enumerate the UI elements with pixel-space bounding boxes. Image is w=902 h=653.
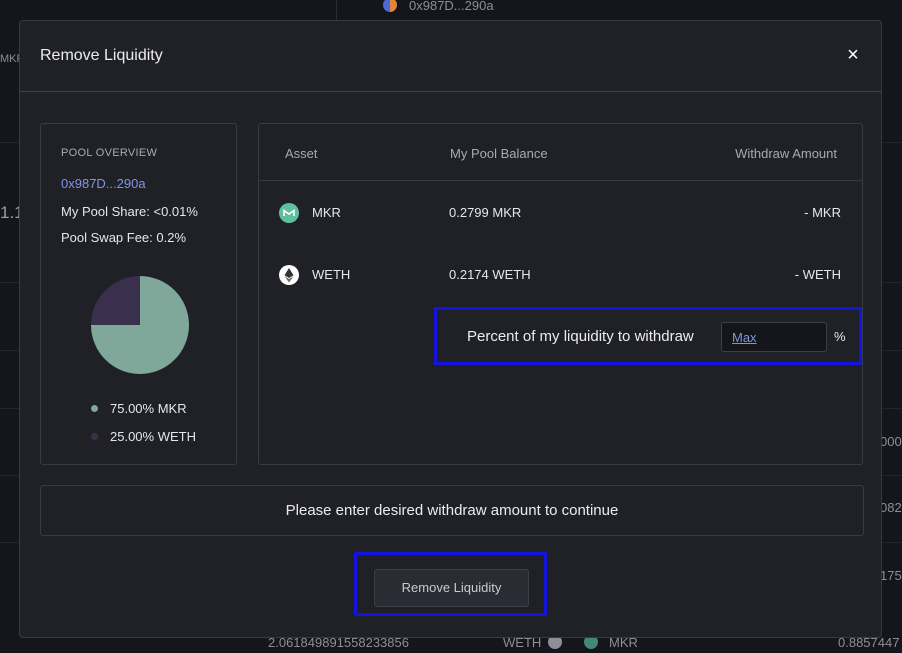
pool-composition-pie: [90, 275, 190, 375]
row-mkr-asset: MKR: [312, 205, 341, 220]
withdraw-table-panel: Asset My Pool Balance Withdraw Amount MK…: [258, 123, 863, 465]
pie-slice: [91, 276, 140, 325]
background-address: 0x987D...290a: [409, 0, 494, 13]
close-icon[interactable]: ×: [843, 45, 863, 65]
ethereum-icon: [279, 265, 299, 285]
background-divider: [336, 0, 337, 20]
background-value: 000: [880, 434, 902, 449]
pool-overview-heading: POOL OVERVIEW: [61, 147, 158, 159]
percent-withdraw-highlight: Percent of my liquidity to withdraw Max …: [434, 307, 862, 365]
legend-label-mkr: 75.00% MKR: [110, 401, 187, 416]
mkr-icon: [279, 203, 299, 223]
legend-dot-weth: [91, 433, 98, 441]
pool-swap-fee: Pool Swap Fee: 0.2%: [61, 230, 187, 245]
header-pool-balance: My Pool Balance: [450, 146, 548, 161]
status-message: Please enter desired withdraw amount to …: [40, 485, 864, 536]
modal-header: Remove Liquidity ×: [20, 21, 881, 92]
token-logo-icon: [383, 0, 397, 12]
remove-liquidity-modal: Remove Liquidity × POOL OVERVIEW 0x987D.…: [19, 20, 882, 638]
percent-input[interactable]: Max: [721, 322, 827, 352]
row-weth-withdraw: - WETH: [794, 267, 841, 282]
header-withdraw-amount: Withdraw Amount: [735, 146, 837, 161]
percent-withdraw-label: Percent of my liquidity to withdraw: [467, 328, 694, 345]
background-value: 082: [880, 500, 902, 515]
header-asset: Asset: [285, 146, 318, 161]
row-mkr-balance: 0.2799 MKR: [449, 205, 522, 220]
legend-item-weth: 25.00% WETH: [91, 429, 196, 444]
row-weth-asset: WETH: [312, 267, 351, 282]
table-divider: [259, 180, 862, 181]
pool-share: My Pool Share: <0.01%: [61, 204, 198, 219]
remove-button-highlight: Remove Liquidity: [354, 552, 547, 616]
row-mkr-withdraw: - MKR: [804, 205, 841, 220]
modal-title: Remove Liquidity: [40, 47, 163, 64]
background-value: 175: [880, 568, 902, 583]
max-link[interactable]: Max: [732, 330, 757, 345]
percent-sign: %: [834, 329, 846, 344]
legend-item-mkr: 75.00% MKR: [91, 401, 187, 416]
legend-label-weth: 25.00% WETH: [110, 429, 196, 444]
pool-overview-panel: POOL OVERVIEW 0x987D...290a My Pool Shar…: [40, 123, 237, 465]
remove-liquidity-button[interactable]: Remove Liquidity: [374, 569, 529, 607]
legend-dot-mkr: [91, 405, 98, 413]
row-weth-balance: 0.2174 WETH: [449, 267, 531, 282]
pool-address-link[interactable]: 0x987D...290a: [61, 176, 146, 191]
